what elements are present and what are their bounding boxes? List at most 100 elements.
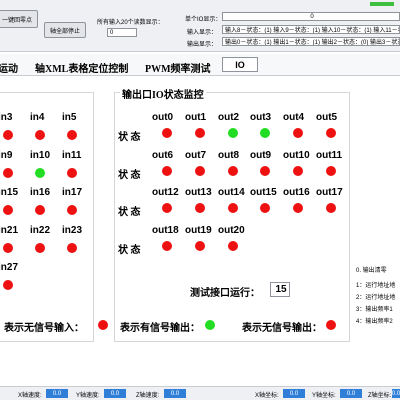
- note-3: 3：输出频率1: [356, 307, 393, 313]
- home-all-button[interactable]: 一键回零点: [0, 10, 38, 28]
- tab-xml-positioning[interactable]: 轴XML表格定位控制: [35, 60, 128, 75]
- single-io-field[interactable]: 0: [222, 12, 400, 21]
- output-label-out0: out0: [152, 112, 174, 123]
- output-legend-red-dot: [326, 320, 336, 330]
- input-indicator-in27: [3, 280, 13, 290]
- input-no-signal-legend: 表示无信号输入：: [4, 323, 84, 334]
- note-1: 1：运行地址地: [356, 283, 396, 289]
- input-label-in11: in11: [62, 150, 82, 161]
- input-display-field[interactable]: 输入8－状态：(1) 输入9－状态：(1) 输入10－状态：(1) 输入11－状…: [222, 25, 400, 34]
- input-indicator-in22: [35, 243, 45, 253]
- input-indicator-in16: [35, 205, 45, 215]
- output-indicator-out11: [326, 166, 336, 176]
- output-indicator-out10: [293, 166, 303, 176]
- x-pos-field[interactable]: 0.0: [283, 389, 305, 398]
- output-row-state-label: 状 态: [118, 132, 141, 143]
- input-label-in9: in9: [0, 150, 13, 161]
- input-label-in4: in4: [30, 112, 45, 123]
- output-row-state-label: 状 态: [118, 170, 141, 181]
- note-0: 0. 输出清零: [356, 268, 387, 274]
- output-label-out6: out6: [152, 150, 174, 161]
- output-display-field[interactable]: 输出0－状态：(1) 输出1－状态：(1) 输出2－状态：(0) 输出3－状态：…: [222, 37, 400, 46]
- output-row-state-label: 状 态: [118, 207, 141, 218]
- note-2: 2：运行地址地: [356, 295, 396, 301]
- output-indicator-out9: [260, 166, 270, 176]
- input-label-in27: in27: [0, 262, 19, 273]
- tab-pwm-test[interactable]: PWM频率测试: [145, 60, 211, 75]
- output-label-out3: out3: [250, 112, 272, 123]
- input-indicator-in23: [67, 243, 77, 253]
- output-indicator-out3: [260, 128, 270, 138]
- output-indicator-out0: [162, 128, 172, 138]
- input-status-group: [0, 92, 94, 342]
- input-indicator-in17: [67, 205, 77, 215]
- output-signal-legend: 表示有信号输出：: [120, 323, 200, 334]
- y-pos-label: Y轴坐标:: [312, 393, 336, 399]
- output-label-out8: out8: [218, 150, 240, 161]
- output-label-out11: out11: [316, 150, 343, 161]
- output-indicator-out18: [162, 241, 172, 251]
- input-indicator-in9: [3, 168, 13, 178]
- input-indicator-in11: [67, 168, 77, 178]
- output-indicator-out17: [326, 203, 336, 213]
- y-speed-field[interactable]: 0.0: [104, 389, 126, 398]
- output-label-out10: out10: [283, 150, 310, 161]
- y-speed-label: Y轴速度:: [76, 393, 100, 399]
- output-legend-green-dot: [205, 320, 215, 330]
- stop-all-axes-button[interactable]: 轴全部停止: [44, 22, 86, 38]
- tab-io[interactable]: IO: [222, 57, 258, 72]
- input-count-label: 所有输入20个读数显示：: [97, 20, 164, 26]
- input-label-in5: in5: [62, 112, 77, 123]
- output-label-out4: out4: [283, 112, 305, 123]
- output-group-title: 输出口IO状态监控: [120, 86, 206, 101]
- output-indicator-out19: [195, 241, 205, 251]
- output-label-out9: out9: [250, 150, 272, 161]
- input-label-in23: in23: [62, 225, 83, 236]
- output-label-out17: out17: [316, 187, 343, 198]
- output-row-state-label: 状 态: [118, 245, 141, 256]
- output-label-out15: out15: [250, 187, 277, 198]
- status-indicator-bar: [370, 2, 394, 6]
- input-legend-red-dot: [98, 320, 108, 330]
- z-pos-label: Z轴坐标:: [368, 393, 392, 399]
- z-speed-label: Z轴速度:: [136, 393, 160, 399]
- tab-motion[interactable]: 运动: [0, 60, 18, 75]
- output-indicator-out15: [260, 203, 270, 213]
- input-indicator-in3: [3, 130, 13, 140]
- output-label-out14: out14: [218, 187, 245, 198]
- z-speed-field[interactable]: 0.0: [164, 389, 186, 398]
- input-indicator-in21: [3, 243, 13, 253]
- output-indicator-out4: [293, 128, 303, 138]
- input-display-label: 输入显示：: [187, 30, 218, 36]
- output-indicator-out12: [162, 203, 172, 213]
- input-label-in22: in22: [30, 225, 51, 236]
- y-pos-field[interactable]: 0.0: [340, 389, 362, 398]
- input-label-in16: in16: [30, 187, 51, 198]
- output-label-out2: out2: [218, 112, 240, 123]
- x-speed-field[interactable]: 0.0: [46, 389, 68, 398]
- output-label-out1: out1: [185, 112, 207, 123]
- single-io-label: 单个IO显示：: [185, 17, 222, 23]
- output-indicator-out20: [228, 241, 238, 251]
- input-label-in10: in10: [30, 150, 51, 161]
- output-label-out20: out20: [218, 225, 245, 236]
- x-pos-label: X轴坐标:: [255, 393, 279, 399]
- input-indicator-in5: [67, 130, 77, 140]
- input-indicator-in10: [35, 168, 45, 178]
- output-indicator-out1: [195, 128, 205, 138]
- output-indicator-out6: [162, 166, 172, 176]
- input-label-in17: in17: [62, 187, 83, 198]
- output-indicator-out8: [228, 166, 238, 176]
- input-indicator-in4: [35, 130, 45, 140]
- input-label-in3: in3: [0, 112, 13, 123]
- x-speed-label: X轴速度:: [18, 393, 42, 399]
- test-port-label: 测试接口运行：: [190, 288, 260, 299]
- test-port-field[interactable]: 15: [270, 282, 290, 297]
- input-label-in15: in15: [0, 187, 19, 198]
- z-pos-field[interactable]: 0.0: [392, 389, 400, 398]
- output-label-out16: out16: [283, 187, 310, 198]
- output-label-out12: out12: [152, 187, 179, 198]
- output-indicator-out16: [293, 203, 303, 213]
- note-4: 4：输出频率2: [356, 319, 393, 325]
- input-count-field[interactable]: 0: [107, 28, 137, 37]
